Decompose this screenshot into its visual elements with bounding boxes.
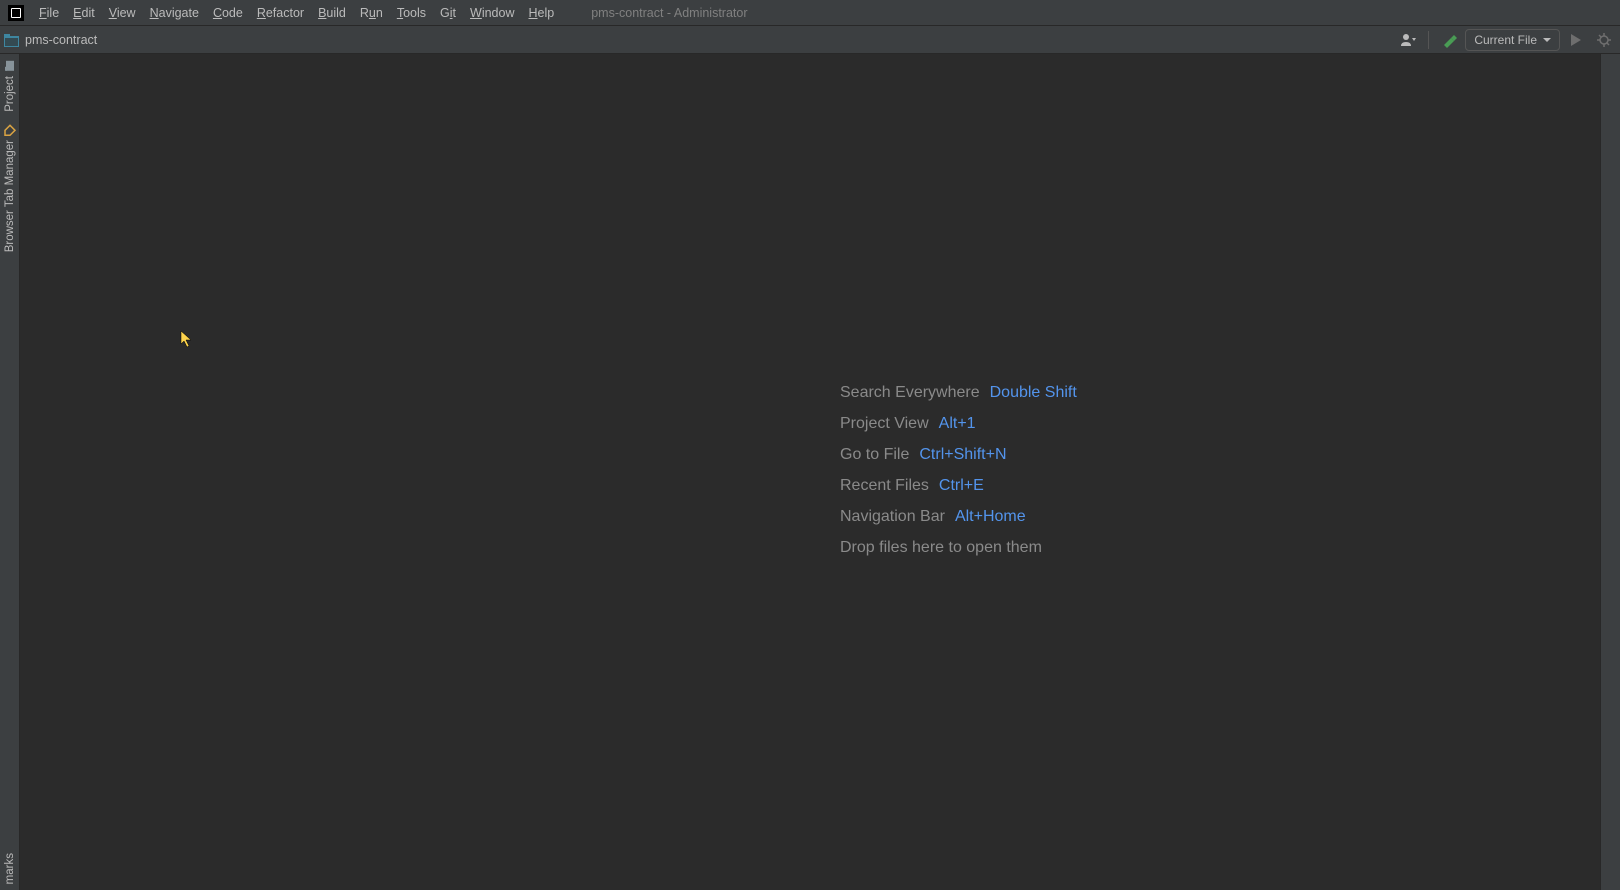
- chevron-down-icon: [1543, 38, 1551, 42]
- menu-edit[interactable]: Edit: [66, 2, 102, 24]
- hint-project-view: Project View Alt+1: [840, 415, 1077, 433]
- run-config-label: Current File: [1474, 33, 1537, 47]
- menu-code[interactable]: Code: [206, 2, 250, 24]
- hint-shortcut[interactable]: Double Shift: [990, 384, 1077, 402]
- hint-shortcut[interactable]: Alt+1: [939, 415, 976, 433]
- editor-area[interactable]: Search Everywhere Double Shift Project V…: [20, 54, 1600, 890]
- debug-button[interactable]: [1592, 28, 1616, 52]
- run-config-dropdown[interactable]: Current File: [1465, 29, 1560, 51]
- hint-search-everywhere: Search Everywhere Double Shift: [840, 384, 1077, 402]
- toolbar-separator: [1428, 31, 1429, 49]
- menu-git[interactable]: Git: [433, 2, 463, 24]
- menu-window[interactable]: Window: [463, 2, 521, 24]
- menu-bar: File Edit View Navigate Code Refactor Bu…: [0, 0, 1620, 26]
- menu-view[interactable]: View: [102, 2, 143, 24]
- menu-help[interactable]: Help: [522, 2, 562, 24]
- empty-editor-hints: Search Everywhere Double Shift Project V…: [840, 384, 1077, 557]
- hint-shortcut[interactable]: Ctrl+E: [939, 477, 984, 495]
- hint-label: Recent Files: [840, 477, 929, 495]
- right-gutter: [1600, 54, 1620, 890]
- hint-label: Search Everywhere: [840, 384, 980, 402]
- sidebar-project-tab[interactable]: Project: [2, 54, 18, 118]
- hint-drop-files: Drop files here to open them: [840, 539, 1077, 557]
- cursor-pointer: [180, 330, 194, 353]
- sidebar-bookmarks-tab[interactable]: marks: [2, 847, 18, 890]
- menu-run[interactable]: Run: [353, 2, 390, 24]
- hint-go-to-file: Go to File Ctrl+Shift+N: [840, 446, 1077, 464]
- menu-navigate[interactable]: Navigate: [143, 2, 206, 24]
- hint-label: Go to File: [840, 446, 909, 464]
- left-sidebar: Project Browser Tab Manager marks: [0, 54, 20, 890]
- hint-shortcut[interactable]: Ctrl+Shift+N: [919, 446, 1006, 464]
- sidebar-btm-label: Browser Tab Manager: [4, 140, 16, 252]
- sidebar-browser-tab-manager[interactable]: Browser Tab Manager: [2, 118, 18, 258]
- menu-refactor[interactable]: Refactor: [250, 2, 311, 24]
- project-name[interactable]: pms-contract: [25, 33, 97, 47]
- sidebar-project-label: Project: [4, 76, 16, 112]
- menu-items: File Edit View Navigate Code Refactor Bu…: [32, 2, 561, 24]
- hint-label: Navigation Bar: [840, 508, 945, 526]
- project-folder-icon: [4, 34, 19, 46]
- hint-label: Project View: [840, 415, 929, 433]
- window-title: pms-contract - Administrator: [591, 6, 747, 20]
- tag-icon: [4, 124, 16, 136]
- menu-build[interactable]: Build: [311, 2, 353, 24]
- run-button[interactable]: [1564, 28, 1588, 52]
- user-button[interactable]: [1396, 28, 1420, 52]
- build-button[interactable]: [1437, 28, 1461, 52]
- hint-shortcut[interactable]: Alt+Home: [955, 508, 1026, 526]
- menu-file[interactable]: File: [32, 2, 66, 24]
- app-icon: [8, 5, 24, 21]
- hint-navigation-bar: Navigation Bar Alt+Home: [840, 508, 1077, 526]
- sidebar-bookmarks-label: marks: [4, 853, 16, 884]
- toolbar: pms-contract Current File: [0, 26, 1620, 54]
- hint-recent-files: Recent Files Ctrl+E: [840, 477, 1077, 495]
- folder-icon: [4, 60, 16, 72]
- menu-tools[interactable]: Tools: [390, 2, 433, 24]
